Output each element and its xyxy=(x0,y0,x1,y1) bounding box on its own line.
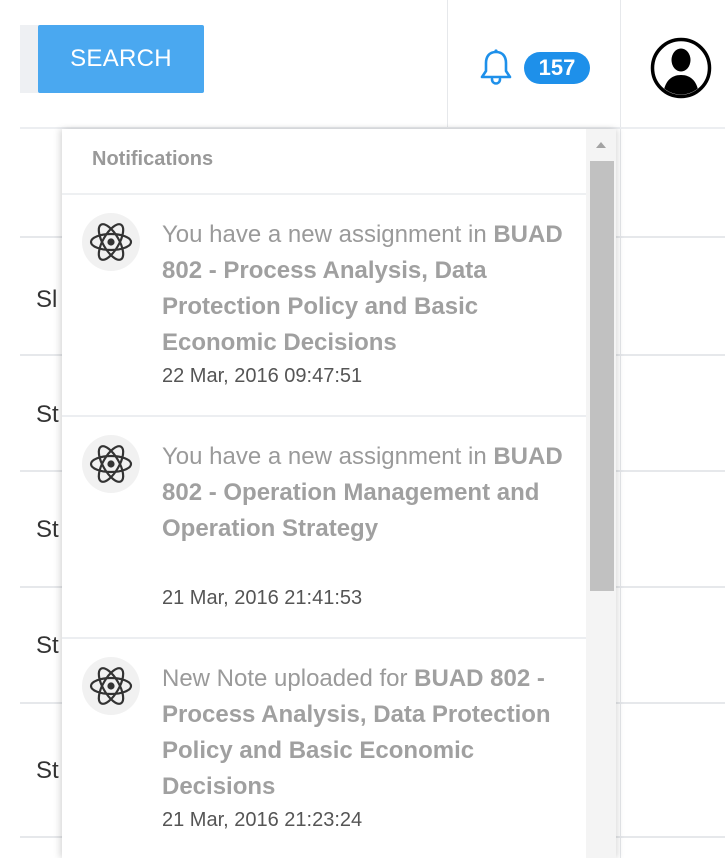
user-avatar-icon[interactable] xyxy=(650,37,712,99)
atom-icon xyxy=(82,435,140,493)
bell-icon[interactable] xyxy=(478,48,514,86)
notifications-dropdown: Notifications You have a new assignment … xyxy=(62,129,616,858)
scroll-thumb[interactable] xyxy=(590,161,614,591)
atom-icon xyxy=(82,657,140,715)
header-divider xyxy=(447,0,448,128)
notification-message: You have a new assignment in BUAD 802 - … xyxy=(162,217,574,361)
notification-time: 21 Mar, 2016 21:23:24 xyxy=(162,809,363,831)
notification-item[interactable]: You have a new assignment in BUAD 802 - … xyxy=(62,195,586,417)
search-button[interactable]: SEARCH xyxy=(38,25,204,93)
notification-time: 22 Mar, 2016 09:47:51 xyxy=(162,365,363,387)
atom-icon xyxy=(82,213,140,271)
notification-item[interactable]: You have a new assignment in BUAD 802 - … xyxy=(62,417,586,639)
search-input[interactable] xyxy=(20,25,40,93)
app-screen: SEARCH 157 Sl St St St St Notifications … xyxy=(0,0,725,858)
scroll-up-arrow-icon[interactable] xyxy=(586,137,616,153)
notification-prefix: New Note uploaded for xyxy=(162,665,415,692)
notification-prefix: You have a new assignment in xyxy=(162,443,494,470)
notification-message: New Note uploaded for BUAD 802 - Process… xyxy=(162,661,574,805)
header-divider xyxy=(620,0,621,128)
notification-message: You have a new assignment in BUAD 802 - … xyxy=(162,439,574,547)
dropdown-title: Notifications xyxy=(92,148,214,170)
notification-count-badge[interactable]: 157 xyxy=(524,52,590,84)
notification-item[interactable]: New Note uploaded for BUAD 802 - Process… xyxy=(62,639,586,858)
dropdown-header: Notifications xyxy=(62,129,586,195)
notification-prefix: You have a new assignment in xyxy=(162,221,494,248)
notification-time: 21 Mar, 2016 21:41:53 xyxy=(162,587,363,609)
dropdown-scrollbar[interactable] xyxy=(586,129,616,858)
